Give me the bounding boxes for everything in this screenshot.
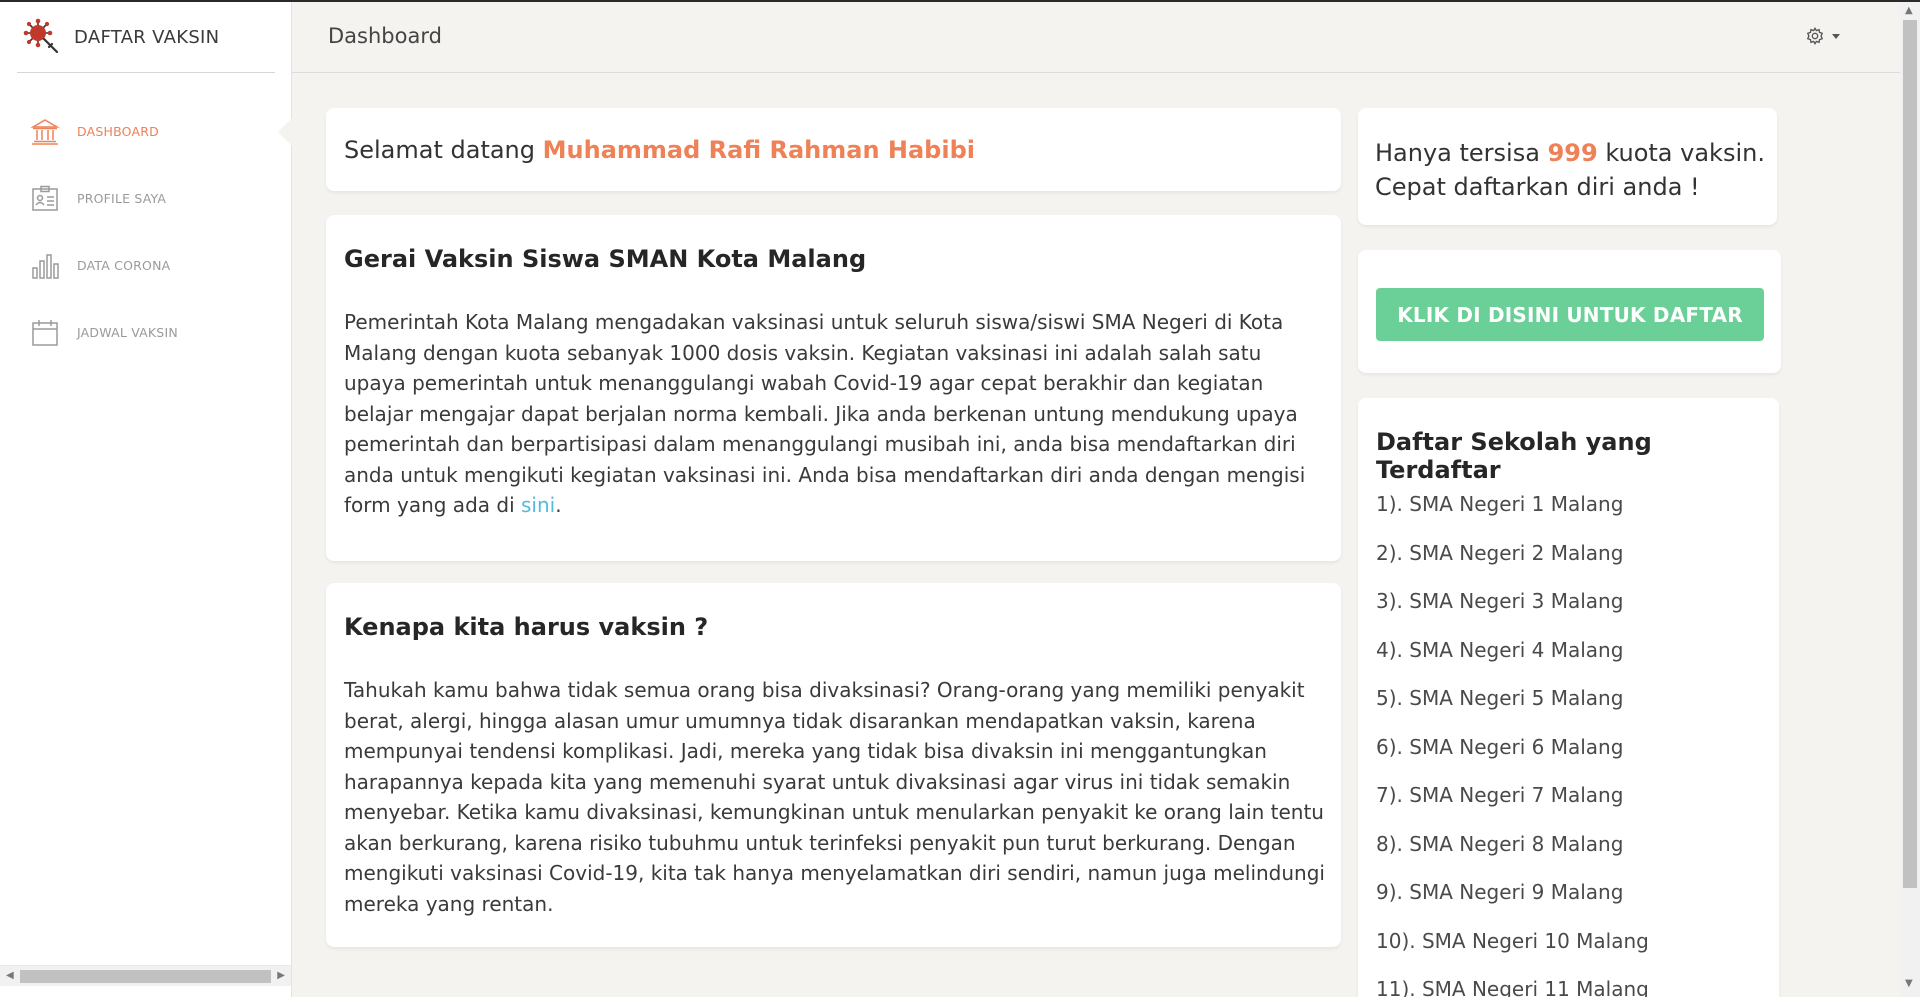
- horizontal-scrollbar[interactable]: ◀ ▶: [0, 965, 291, 986]
- sidebar-item-data-corona[interactable]: DATA CORONA: [0, 232, 292, 299]
- chevron-down-icon: [1832, 33, 1840, 39]
- sidebar: DAFTAR VAKSIN DASHBOARD PROFILE SAYA DAT…: [0, 2, 293, 997]
- page-title: Dashboard: [328, 24, 442, 48]
- sidebar-item-profile[interactable]: PROFILE SAYA: [0, 165, 292, 232]
- user-name: Muhammad Rafi Rahman Habibi: [542, 136, 975, 164]
- scrollbar-thumb[interactable]: [20, 970, 271, 983]
- scroll-right-arrow-icon[interactable]: ▶: [277, 970, 285, 981]
- active-indicator: [278, 117, 293, 147]
- info-card-end: .: [555, 493, 562, 517]
- sidebar-item-label: DATA CORONA: [77, 258, 171, 273]
- register-link[interactable]: sini: [521, 493, 555, 517]
- vertical-scrollbar[interactable]: ▲ ▼: [1900, 2, 1920, 997]
- sidebar-item-label: PROFILE SAYA: [77, 191, 167, 206]
- sidebar-item-label: JADWAL VAKSIN: [77, 325, 178, 340]
- id-card-icon: [30, 184, 60, 214]
- register-card: KLIK DI DISINI UNTUK DAFTAR: [1358, 250, 1781, 373]
- list-item: 2). SMA Negeri 2 Malang: [1376, 540, 1624, 565]
- schools-title: Daftar Sekolah yang Terdaftar: [1376, 428, 1652, 484]
- list-item: 4). SMA Negeri 4 Malang: [1376, 637, 1624, 662]
- list-item: 1). SMA Negeri 1 Malang: [1376, 492, 1624, 516]
- sidebar-nav: DASHBOARD PROFILE SAYA DATA CORONA JADWA…: [0, 98, 293, 366]
- quota-cta: Cepat daftarkan diri anda !: [1375, 173, 1700, 201]
- quota-prefix: Hanya tersisa: [1375, 139, 1540, 167]
- school-list: 1). SMA Negeri 1 Malang 2). SMA Negeri 2…: [1376, 492, 1649, 997]
- scroll-down-arrow-icon[interactable]: ▼: [1905, 978, 1913, 989]
- list-item: 6). SMA Negeri 6 Malang: [1376, 734, 1624, 759]
- virus-logo-icon: [23, 18, 59, 54]
- why-vaccinate-card: Kenapa kita harus vaksin ? Tahukah kamu …: [326, 583, 1341, 947]
- list-item: 7). SMA Negeri 7 Malang: [1376, 783, 1624, 807]
- quota-suffix: kuota vaksin.: [1605, 139, 1765, 167]
- list-item: 11). SMA Negeri 11 Malang: [1376, 977, 1649, 997]
- schools-card: Daftar Sekolah yang Terdaftar 1). SMA Ne…: [1358, 398, 1779, 997]
- bank-icon: [30, 117, 60, 147]
- list-item: 5). SMA Negeri 5 Malang: [1376, 686, 1624, 710]
- welcome-message: Selamat datang Muhammad Rafi Rahman Habi…: [344, 136, 975, 164]
- why-card-title: Kenapa kita harus vaksin ?: [344, 613, 709, 641]
- brand[interactable]: DAFTAR VAKSIN: [17, 2, 275, 73]
- register-button[interactable]: KLIK DI DISINI UNTUK DAFTAR: [1376, 288, 1764, 341]
- info-card: Gerai Vaksin Siswa SMAN Kota Malang Peme…: [326, 215, 1341, 561]
- sidebar-item-dashboard[interactable]: DASHBOARD: [0, 98, 293, 165]
- welcome-card: Selamat datang Muhammad Rafi Rahman Habi…: [326, 108, 1341, 191]
- info-card-title: Gerai Vaksin Siswa SMAN Kota Malang: [344, 245, 867, 273]
- why-card-body: Tahukah kamu bahwa tidak semua orang bis…: [344, 678, 1325, 916]
- gear-icon: [1806, 27, 1824, 45]
- info-card-body: Pemerintah Kota Malang mengadakan vaksin…: [344, 307, 1329, 521]
- list-item: 3). SMA Negeri 3 Malang: [1376, 589, 1624, 613]
- info-card-text: Pemerintah Kota Malang mengadakan vaksin…: [344, 310, 1306, 517]
- list-item: 9). SMA Negeri 9 Malang: [1376, 880, 1624, 904]
- scroll-up-arrow-icon[interactable]: ▲: [1905, 5, 1913, 16]
- list-item: 8). SMA Negeri 8 Malang: [1376, 831, 1624, 856]
- sidebar-item-label: DASHBOARD: [77, 124, 159, 139]
- welcome-prefix: Selamat datang: [344, 136, 536, 164]
- calendar-icon: [30, 318, 60, 348]
- list-item: 10). SMA Negeri 10 Malang: [1376, 928, 1649, 953]
- quota-card: Hanya tersisa 999 kuota vaksin. Cepat da…: [1358, 108, 1777, 225]
- brand-title: DAFTAR VAKSIN: [74, 26, 220, 48]
- scroll-left-arrow-icon[interactable]: ◀: [6, 970, 14, 981]
- quota-count: 999: [1547, 139, 1598, 167]
- top-navbar: Dashboard: [292, 2, 1900, 73]
- scrollbar-thumb[interactable]: [1903, 20, 1917, 888]
- sidebar-item-jadwal-vaksin[interactable]: JADWAL VAKSIN: [0, 299, 292, 366]
- quota-message: Hanya tersisa 999 kuota vaksin. Cepat da…: [1375, 136, 1770, 204]
- bar-chart-icon: [30, 251, 60, 281]
- settings-dropdown[interactable]: [1806, 27, 1840, 45]
